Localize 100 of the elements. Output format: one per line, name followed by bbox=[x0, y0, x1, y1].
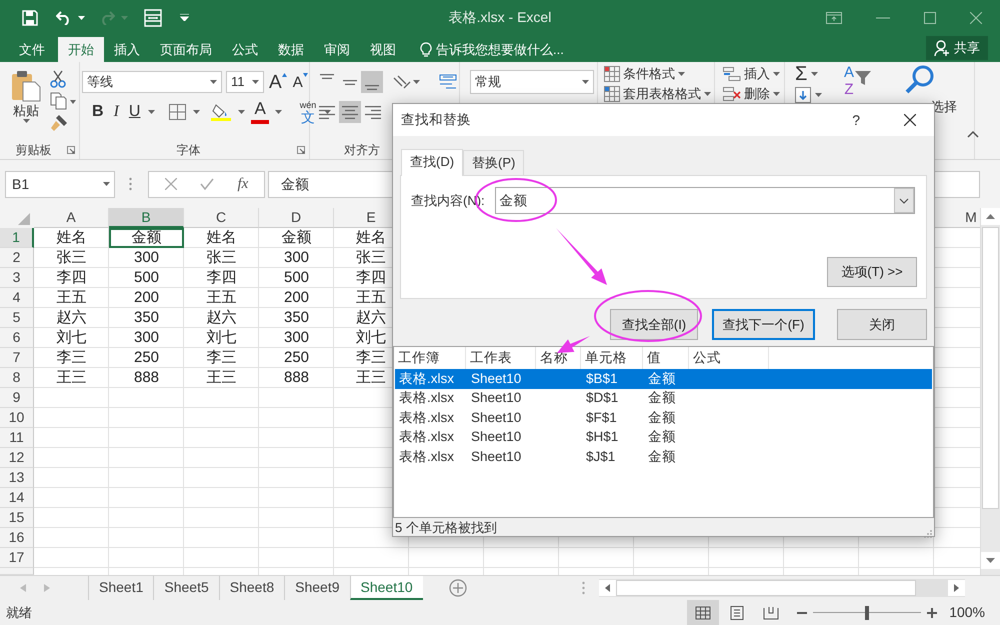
result-row[interactable]: 表格.xlsx Sheet10 $J$1 金额 bbox=[395, 447, 932, 466]
form-icon[interactable] bbox=[144, 8, 162, 26]
zoom-level-text[interactable]: 100% bbox=[949, 602, 985, 623]
dialog-tab[interactable]: 查找(D) bbox=[401, 149, 464, 176]
number-format-field[interactable]: 常规 bbox=[470, 70, 594, 94]
borders-icon[interactable] bbox=[169, 104, 188, 120]
row-header[interactable]: 16 bbox=[0, 528, 34, 548]
tell-me-search[interactable]: 告诉我您想要做什么... bbox=[436, 40, 564, 60]
delete-cells-button[interactable]: 删除 bbox=[721, 84, 784, 103]
dialog-tab[interactable]: 替换(P) bbox=[463, 150, 524, 175]
row-header[interactable]: 14 bbox=[0, 488, 34, 508]
font-name-field[interactable]: 等线 bbox=[82, 71, 222, 93]
bold-button[interactable]: B bbox=[90, 101, 106, 123]
column-header[interactable]: B bbox=[109, 208, 184, 228]
scroll-right-icon[interactable] bbox=[948, 580, 965, 596]
font-size-field[interactable]: 11 bbox=[226, 71, 264, 93]
ribbon-tab[interactable]: 开始 bbox=[58, 37, 104, 62]
dialog-button[interactable]: 查找下一个(F) bbox=[712, 309, 815, 340]
row-header[interactable]: 12 bbox=[0, 448, 34, 468]
dialog-button[interactable]: 查找全部(I) bbox=[610, 309, 698, 340]
ribbon-tab[interactable]: 页面布局 bbox=[150, 37, 222, 62]
undo-icon[interactable] bbox=[56, 10, 72, 24]
ribbon-tab[interactable]: 公式 bbox=[222, 37, 268, 62]
add-sheet-icon[interactable] bbox=[448, 579, 467, 597]
copy-icon[interactable] bbox=[50, 92, 76, 110]
find-combobox[interactable]: 金额 bbox=[494, 187, 915, 214]
name-box[interactable]: B1 bbox=[5, 170, 115, 198]
font-color-button[interactable]: A bbox=[251, 100, 269, 124]
slider-thumb[interactable] bbox=[865, 606, 870, 620]
row-header[interactable]: 11 bbox=[0, 428, 34, 448]
scrollbar-thumb[interactable] bbox=[616, 580, 916, 596]
result-row[interactable]: 表格.xlsx Sheet10 $H$1 金额 bbox=[395, 428, 932, 447]
zoom-in-icon[interactable] bbox=[927, 608, 938, 618]
resize-grip-icon[interactable] bbox=[923, 529, 932, 538]
split-handle-icon bbox=[582, 581, 585, 595]
row-header[interactable]: 15 bbox=[0, 508, 34, 528]
text-orientation-icon[interactable] bbox=[392, 74, 412, 90]
dialog-button[interactable]: 关闭 bbox=[837, 309, 927, 340]
normal-view-button[interactable] bbox=[687, 600, 720, 625]
maximize-icon[interactable] bbox=[924, 12, 936, 24]
column-header[interactable]: A bbox=[34, 208, 109, 228]
scroll-up-icon[interactable] bbox=[981, 208, 1000, 225]
row-header[interactable]: 5 bbox=[0, 308, 34, 328]
ribbon-tab[interactable]: 审阅 bbox=[314, 37, 360, 62]
shrink-font-button[interactable]: A bbox=[292, 71, 309, 93]
conditional-format-button[interactable]: 条件格式 bbox=[602, 64, 714, 83]
row-header[interactable]: 17 bbox=[0, 548, 34, 568]
dialog-launcher-icon[interactable] bbox=[297, 146, 305, 154]
wrap-text-icon[interactable] bbox=[439, 73, 460, 91]
align-bottom-button[interactable] bbox=[361, 71, 384, 93]
minimize-icon[interactable] bbox=[876, 16, 890, 18]
share-button[interactable]: 共享 bbox=[926, 36, 988, 60]
scissors-icon[interactable] bbox=[50, 70, 66, 88]
insert-function-button[interactable]: fx bbox=[237, 172, 248, 196]
ribbon-tab[interactable]: 数据 bbox=[268, 37, 314, 62]
scrollbar-thumb[interactable] bbox=[982, 227, 999, 509]
collapse-ribbon-icon[interactable] bbox=[967, 130, 980, 138]
dropdown-button[interactable] bbox=[894, 188, 914, 213]
grow-font-button[interactable]: A bbox=[268, 71, 288, 93]
insert-cells-button[interactable]: 插入 bbox=[721, 64, 784, 83]
result-row[interactable]: 表格.xlsx Sheet10 $D$1 金额 bbox=[395, 388, 932, 408]
result-row[interactable]: 表格.xlsx Sheet10 $B$1 金额 bbox=[395, 369, 932, 388]
ribbon-tab[interactable]: 文件 bbox=[9, 37, 55, 62]
format-as-table-button[interactable]: 套用表格格式 bbox=[602, 84, 714, 103]
fill-color-icon[interactable] bbox=[210, 103, 232, 121]
row-header[interactable]: 2 bbox=[0, 248, 34, 268]
scroll-down-icon[interactable] bbox=[981, 552, 1000, 569]
row-header[interactable]: 1 bbox=[0, 228, 34, 248]
dialog-launcher-icon[interactable] bbox=[67, 146, 75, 154]
fill-button[interactable] bbox=[793, 85, 824, 104]
close-icon[interactable] bbox=[904, 114, 916, 126]
column-header[interactable]: C bbox=[184, 208, 259, 228]
column-header[interactable]: D bbox=[259, 208, 334, 228]
row-header[interactable]: 8 bbox=[0, 368, 34, 388]
row-header[interactable]: 7 bbox=[0, 348, 34, 368]
italic-button[interactable]: I bbox=[112, 101, 121, 123]
align-center-button[interactable] bbox=[339, 101, 361, 123]
row-header[interactable]: 6 bbox=[0, 328, 34, 348]
underline-button[interactable]: U bbox=[126, 101, 142, 123]
row-header[interactable]: 10 bbox=[0, 408, 34, 428]
scroll-left-icon[interactable] bbox=[598, 580, 616, 596]
customize-toolbar-icon[interactable] bbox=[180, 14, 189, 21]
row-header[interactable]: 9 bbox=[0, 388, 34, 408]
format-painter-icon[interactable] bbox=[50, 114, 68, 132]
paste-button[interactable]: 粘贴 bbox=[8, 70, 44, 136]
options-button[interactable]: 选项(T) >> bbox=[827, 257, 917, 287]
row-header[interactable]: 4 bbox=[0, 288, 34, 308]
sheet-tab[interactable]: Sheet10 bbox=[350, 576, 423, 600]
sort-filter-button[interactable]: A Z bbox=[842, 64, 874, 104]
row-header[interactable]: 3 bbox=[0, 268, 34, 288]
phonetic-guide-button[interactable]: wén 文 bbox=[298, 101, 318, 123]
ribbon-tab[interactable]: 视图 bbox=[360, 37, 406, 62]
ribbon-display-icon[interactable] bbox=[826, 12, 842, 24]
help-button[interactable]: ? bbox=[852, 110, 860, 130]
column-header[interactable]: M bbox=[934, 208, 980, 228]
ribbon-tab[interactable]: 插入 bbox=[104, 37, 150, 62]
row-header[interactable]: 13 bbox=[0, 468, 34, 488]
save-icon[interactable] bbox=[22, 10, 38, 26]
result-row[interactable]: 表格.xlsx Sheet10 $F$1 金额 bbox=[395, 408, 932, 428]
autosum-button[interactable]: Σ bbox=[793, 64, 824, 83]
